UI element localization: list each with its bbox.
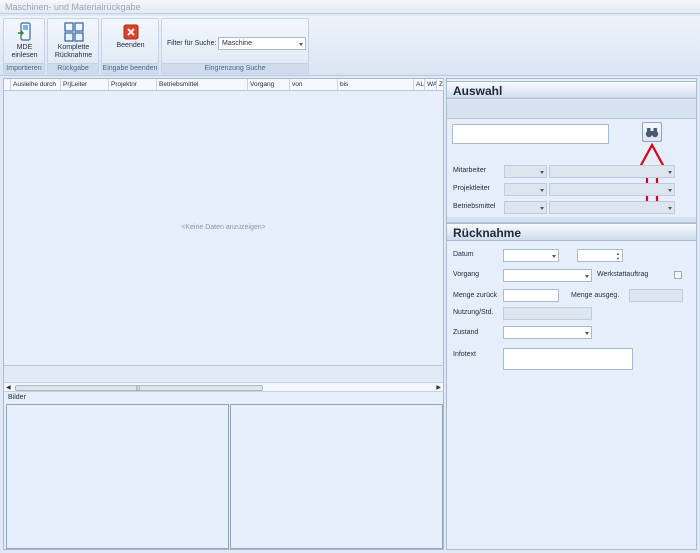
filter-value: Maschine — [222, 40, 252, 47]
ribbon-group-eingabe: Beenden Eingabe beenden — [101, 18, 159, 74]
left-pane: Ausleihe durch PrjLeiter Projektnr Betri… — [3, 78, 444, 550]
red-close-icon — [123, 24, 138, 40]
chevron-down-icon — [540, 207, 544, 210]
vorgang-label: Vorgang — [453, 271, 480, 278]
filter-label: Filter für Suche: — [167, 40, 217, 47]
infotext-input[interactable] — [503, 348, 633, 370]
spinner-arrows-icon[interactable]: ▲ ▼ — [616, 251, 620, 261]
betriebsmittel-label: Betriebsmittel — [453, 203, 496, 210]
datum-label: Datum — [453, 251, 474, 258]
empty-grid-message: <Keine Daten anzuzeigen> — [181, 224, 266, 231]
grid-header: Ausleihe durch PrjLeiter Projektnr Betri… — [4, 79, 444, 91]
betriebsmittel-name-select[interactable] — [549, 201, 675, 214]
column-header[interactable]: bis — [338, 79, 414, 90]
mitarbeiter-name-select[interactable] — [549, 165, 675, 178]
ruecknahme-title: Rücknahme — [453, 226, 522, 240]
menge-ausgeg-label: Menge ausgeg. — [571, 292, 620, 299]
menge-zurueck-label: Menge zurück — [453, 292, 497, 299]
scroll-left-icon[interactable]: ◀ — [6, 384, 11, 391]
menge-ausgeg-input — [629, 289, 683, 302]
chevron-down-icon — [668, 189, 672, 192]
group-label-suche: Eingrenzung Suche — [162, 63, 308, 73]
beenden-button[interactable]: Beenden — [108, 22, 153, 50]
window-title: Maschinen- und Materialrückgabe — [5, 2, 141, 12]
betriebsmittel-select[interactable] — [504, 201, 547, 214]
ribbon-group-suche: Filter für Suche: Maschine Eingrenzung S… — [161, 18, 309, 74]
mde-einlesen-button[interactable]: MDE einlesen — [6, 22, 43, 60]
column-header[interactable]: von — [290, 79, 338, 90]
ribbon: MDE einlesen Importieren Komplette Rückn… — [0, 16, 700, 76]
grid-footer-row — [4, 365, 443, 381]
zustand-label: Zustand — [453, 329, 479, 336]
zustand-select[interactable] — [503, 326, 592, 339]
auswahl-band — [447, 100, 696, 119]
komplette-ruecknahme-label: Komplette Rücknahme — [54, 44, 93, 59]
infotext-label: Infotext — [453, 351, 476, 358]
binoculars-icon — [645, 128, 659, 138]
group-label-rueckgabe: Rückgabe — [48, 63, 98, 73]
grip-icon: ||| — [136, 386, 140, 392]
title-bar: Maschinen- und Materialrückgabe — [0, 0, 700, 14]
scrollbar-thumb[interactable]: ||| — [15, 385, 263, 392]
chevron-down-icon — [585, 275, 589, 278]
komplette-ruecknahme-button[interactable]: Komplette Rücknahme — [51, 22, 96, 60]
nutzung-input — [503, 307, 592, 320]
menge-zurueck-input[interactable] — [503, 289, 559, 302]
ribbon-group-importieren: MDE einlesen Importieren — [3, 18, 45, 74]
vorgang-select[interactable] — [503, 269, 592, 282]
chevron-down-icon — [668, 171, 672, 174]
projektleiter-label: Projektleiter — [453, 185, 490, 192]
horizontal-scrollbar[interactable]: ◀ ||| ▶ — [4, 382, 443, 392]
column-header[interactable]: Betriebsmittel — [157, 79, 248, 90]
auswahl-title: Auswahl — [453, 84, 503, 98]
filter-select[interactable]: Maschine — [218, 37, 306, 50]
mitarbeiter-label: Mitarbeiter — [453, 167, 487, 174]
image-panel-left[interactable] — [6, 404, 229, 549]
auswahl-header: Auswahl — [447, 81, 696, 99]
mitarbeiter-select[interactable] — [504, 165, 547, 178]
column-header[interactable]: PrjLeiter — [61, 79, 109, 90]
ribbon-group-rueckgabe: Komplette Rücknahme Rückgabe — [47, 18, 99, 74]
datum-picker[interactable] — [503, 249, 559, 262]
scroll-right-icon[interactable]: ▶ — [436, 384, 441, 391]
nutzung-label: Nutzung/Std. — [453, 309, 494, 316]
column-header[interactable]: Vorgang — [248, 79, 290, 90]
werkstattauftrag-checkbox[interactable] — [674, 271, 682, 279]
group-label-eingabe: Eingabe beenden — [102, 63, 158, 73]
column-header[interactable]: Ausleihe durch — [11, 79, 61, 90]
column-header[interactable]: Z — [437, 79, 444, 90]
search-button[interactable] — [642, 122, 662, 142]
projektleiter-select[interactable] — [504, 183, 547, 196]
right-pane: Auswahl Mitarbeiter Projektleiter Betrie… — [446, 78, 697, 550]
ruecknahme-header: Rücknahme — [447, 223, 696, 241]
search-input[interactable] — [452, 124, 609, 144]
mde-einlesen-label: MDE einlesen — [11, 44, 38, 59]
row-selector-header — [4, 79, 11, 90]
column-header[interactable]: Projektnr — [109, 79, 157, 90]
chevron-down-icon — [540, 189, 544, 192]
werkstattauftrag-label: Werkstattauftrag — [597, 271, 649, 278]
chevron-down-icon — [540, 171, 544, 174]
projektleiter-name-select[interactable] — [549, 183, 675, 196]
image-panel-right[interactable] — [230, 404, 443, 549]
beenden-label: Beenden — [116, 42, 145, 49]
handheld-import-icon — [17, 22, 31, 41]
column-header[interactable]: WA — [425, 79, 437, 90]
chevron-down-icon — [552, 255, 556, 258]
column-header[interactable]: AL — [414, 79, 425, 90]
chevron-down-icon — [668, 207, 672, 210]
grid-four-icon — [63, 22, 84, 42]
uhrzeit-spinner[interactable]: ▲ ▼ — [577, 249, 623, 262]
group-label-importieren: Importieren — [4, 63, 44, 73]
bilder-label: Bilder — [8, 394, 26, 401]
chevron-down-icon — [299, 43, 303, 46]
chevron-down-icon — [585, 332, 589, 335]
